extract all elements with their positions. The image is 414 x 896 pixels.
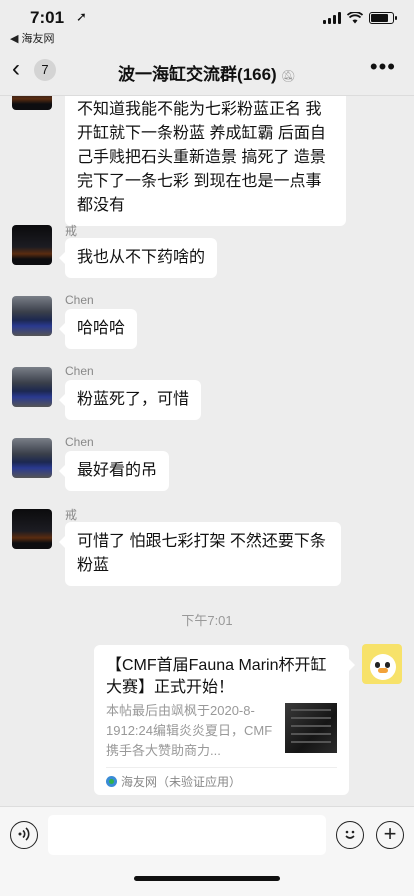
card-source: 海友网（未验证应用） <box>106 773 241 790</box>
voice-icon[interactable] <box>10 821 38 849</box>
avatar[interactable] <box>12 438 52 478</box>
link-card[interactable]: 【CMF首届Fauna Marin杯开缸大赛】正式开始！ 本帖最后由飒枫于202… <box>94 645 355 795</box>
avatar[interactable] <box>12 509 52 549</box>
status-bar: 7:01 ➚ ◀ 海友网 <box>0 0 414 45</box>
card-divider <box>106 767 337 768</box>
app-source-icon <box>106 776 117 787</box>
bell-slash-icon: 🔕︎ <box>280 69 296 83</box>
card-title: 【CMF首届Fauna Marin杯开缸大赛】正式开始！ <box>106 657 327 696</box>
avatar[interactable] <box>362 644 402 684</box>
plus-icon[interactable]: + <box>376 821 404 849</box>
more-dots-icon[interactable]: ••• <box>370 54 396 80</box>
message-bubble[interactable]: 粉蓝死了，可惜 <box>58 380 202 420</box>
card-thumbnail <box>285 703 337 753</box>
message-bubble[interactable]: 哈哈哈 <box>58 309 138 349</box>
battery-icon <box>369 12 397 24</box>
input-bar: + <box>0 806 414 896</box>
avatar[interactable] <box>12 96 52 110</box>
chat-header: ‹ 7 波一海缸交流群(166) 🔕︎ ••• <box>0 44 414 96</box>
message-bubble[interactable]: 不知道我能不能为七彩粉蓝正名 我开缸就下一条粉蓝 养成缸霸 后面自己手贱把石头重… <box>65 96 346 226</box>
avatar[interactable] <box>12 367 52 407</box>
sender-name: 戒 <box>65 508 78 522</box>
chat-title: 波一海缸交流群(166) 🔕︎ <box>0 60 414 85</box>
message-timestamp: 下午7:01 <box>181 613 233 628</box>
sender-name: Chen <box>65 435 94 449</box>
card-source-label: 海友网（未验证应用） <box>121 775 242 789</box>
avatar[interactable] <box>12 225 52 265</box>
home-indicator <box>134 876 280 881</box>
group-name: 波一海缸交流群(166) <box>118 65 277 84</box>
message-bubble[interactable]: 我也从不下药啥的 <box>58 238 218 278</box>
location-arrow-icon: ➚ <box>76 9 87 24</box>
emoji-icon[interactable] <box>336 821 364 849</box>
sender-name: 戒 <box>65 224 78 238</box>
signal-icon <box>323 12 341 24</box>
sender-name: Chen <box>65 293 94 307</box>
message-bubble[interactable]: 可惜了 怕跟七彩打架 不然还要下条粉蓝 <box>59 522 341 586</box>
message-input[interactable] <box>48 815 326 855</box>
sender-name: Chen <box>65 364 94 378</box>
avatar[interactable] <box>12 296 52 336</box>
message-bubble[interactable]: 最好看的吊 <box>58 451 170 491</box>
card-description: 本帖最后由飒枫于2020-8-1912:24编辑炎炎夏日，CMF携手各大赞助商力… <box>106 703 273 758</box>
status-time: 7:01 <box>30 8 65 27</box>
message-list[interactable]: 不知道我能不能为七彩粉蓝正名 我开缸就下一条粉蓝 养成缸霸 后面自己手贱把石头重… <box>0 96 414 806</box>
wifi-icon <box>347 12 363 24</box>
